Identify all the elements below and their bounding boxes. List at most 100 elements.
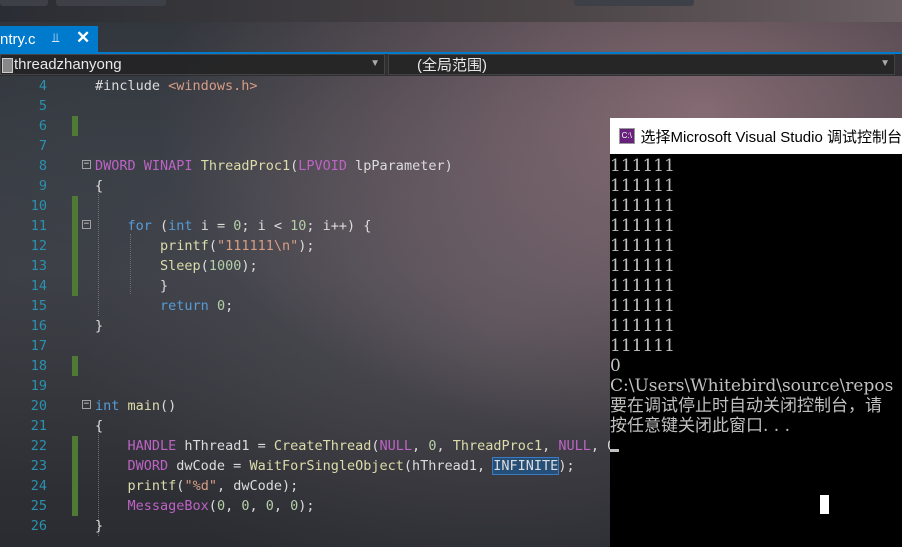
tab-label: ntry.c (0, 30, 36, 48)
code-line[interactable]: 8 − DWORD WINAPI ThreadProc1(LPVOID lpPara… (0, 156, 610, 176)
console-line: 111111 (610, 196, 675, 216)
title-bar-fragment (574, 0, 694, 6)
code-line[interactable]: 9{ (0, 176, 610, 196)
console-title-bar[interactable]: C:\ 选择Microsoft Visual Studio 调试控制台 (610, 118, 902, 154)
line-number: 22 (30, 438, 47, 454)
tab-entry-c[interactable]: ntry.c ⫫ ✕ (0, 26, 98, 52)
code-token: , (273, 498, 291, 514)
title-bar-fragment (56, 0, 166, 6)
code-token: 1000 (208, 258, 242, 274)
line-number: 21 (30, 418, 47, 434)
code-line[interactable]: 6 (0, 116, 610, 136)
code-editor[interactable]: 4 #include <windows.h> 5 6 7 8− DWORD WINAPI T… (0, 76, 615, 547)
change-marker (72, 116, 78, 136)
code-line[interactable]: 4 #include <windows.h> (0, 76, 610, 96)
code-line[interactable]: 10 (0, 196, 610, 216)
title-bar (0, 0, 902, 22)
line-number: 26 (30, 518, 47, 534)
code-line[interactable]: 19 (0, 376, 610, 396)
code-token: , (436, 438, 453, 454)
code-text: { (95, 176, 103, 196)
console-line: 0 (610, 356, 621, 376)
line-number: 20 (30, 398, 47, 414)
code-token: NULL (379, 438, 413, 454)
code-line[interactable]: 15 return 0; (0, 296, 610, 316)
chevron-down-icon: ▼ (370, 58, 380, 69)
collapse-icon[interactable]: − (82, 400, 91, 409)
close-icon[interactable]: ✕ (76, 28, 90, 48)
code-text: printf("111111\n"); (95, 236, 315, 256)
code-line[interactable]: 11 − for (int i = 0; i < 10; i++) { (0, 216, 610, 236)
code-line[interactable]: 23 DWORD dwCode = WaitForSingleObject(hT… (0, 456, 610, 476)
change-marker (72, 256, 78, 276)
code-line[interactable]: 22 HANDLE hThread1 = CreateThread(NULL, … (0, 436, 615, 456)
code-line[interactable]: 5 (0, 96, 610, 116)
code-token: main (127, 398, 161, 414)
line-number: 8 (38, 158, 47, 174)
selected-token: INFINITE (492, 457, 560, 475)
line-number: 24 (30, 478, 47, 494)
line-number: 10 (30, 198, 47, 214)
line-number: 16 (30, 318, 47, 334)
code-line[interactable]: 18 (0, 356, 610, 376)
line-number: 13 (30, 258, 47, 274)
code-text: printf("%d", dwCode); (95, 476, 299, 496)
scope-dropdown[interactable]: (全局范围) ▼ (388, 54, 895, 75)
debug-console-window[interactable]: C:\ 选择Microsoft Visual Studio 调试控制台 1111… (610, 118, 902, 547)
code-text: } (95, 516, 103, 536)
code-token: WaitForSingleObject (249, 458, 404, 474)
code-token: ( (371, 438, 380, 454)
code-text: DWORD WINAPI ThreadProc1(LPVOID lpParame… (95, 156, 453, 176)
code-token: , (412, 438, 429, 454)
code-line[interactable]: 21 { (0, 416, 610, 436)
code-token: ); (298, 238, 315, 254)
code-token: hThread1 = (176, 438, 274, 454)
line-number: 9 (38, 178, 47, 194)
collapse-icon[interactable]: − (82, 160, 91, 169)
console-output[interactable]: 111111 111111 111111 111111 111111 111111 1111… (610, 156, 902, 547)
console-line: 111111 (610, 236, 675, 256)
code-line[interactable]: 25 MessageBox(0, 0, 0, 0); (0, 496, 610, 516)
project-dropdown[interactable]: threadzhanyong ▼ (0, 54, 385, 75)
code-text: HANDLE hThread1 = CreateThread(NULL, 0, … (95, 436, 616, 456)
console-line: 按任意键关闭此窗口. . . (610, 416, 791, 436)
code-token: } (95, 518, 104, 534)
code-text: int main() (95, 396, 176, 416)
code-token: () (160, 398, 177, 414)
code-line[interactable]: 14 } (0, 276, 610, 296)
code-token: i = (192, 218, 234, 234)
console-line: 111111 (610, 256, 675, 276)
code-line[interactable]: 24 printf("%d", dwCode); (0, 476, 610, 496)
line-number: 14 (30, 278, 47, 294)
code-line[interactable]: 7 (0, 136, 610, 156)
code-line[interactable]: 12 printf("111111\n"); (0, 236, 610, 256)
code-line[interactable]: 26} (0, 516, 610, 536)
change-marker (72, 236, 78, 256)
change-marker (72, 456, 78, 476)
code-line[interactable]: 16} (0, 316, 610, 336)
code-token: lpParameter (355, 158, 445, 174)
console-line: 111111 (610, 296, 675, 316)
console-line: 111111 (610, 276, 675, 296)
line-number: 4 (38, 78, 47, 94)
code-line[interactable]: 17 (0, 336, 610, 356)
code-text: return 0; (95, 296, 233, 316)
code-line[interactable]: 20 − int main() (0, 396, 610, 416)
code-token: return (160, 298, 209, 314)
pin-icon[interactable]: ⫫ (52, 30, 59, 46)
console-line: 111111 (610, 216, 675, 236)
project-dropdown-label: threadzhanyong (14, 56, 122, 73)
code-token: for (127, 218, 152, 234)
collapse-icon[interactable]: − (82, 220, 91, 229)
code-line[interactable]: 13 Sleep(1000); (0, 256, 610, 276)
code-token: 0 (216, 298, 226, 314)
code-token: DWORD (127, 458, 169, 474)
code-token: HANDLE (127, 438, 177, 454)
navigation-bar: threadzhanyong ▼ (全局范围) ▼ (0, 54, 902, 76)
code-text: } (95, 276, 168, 296)
